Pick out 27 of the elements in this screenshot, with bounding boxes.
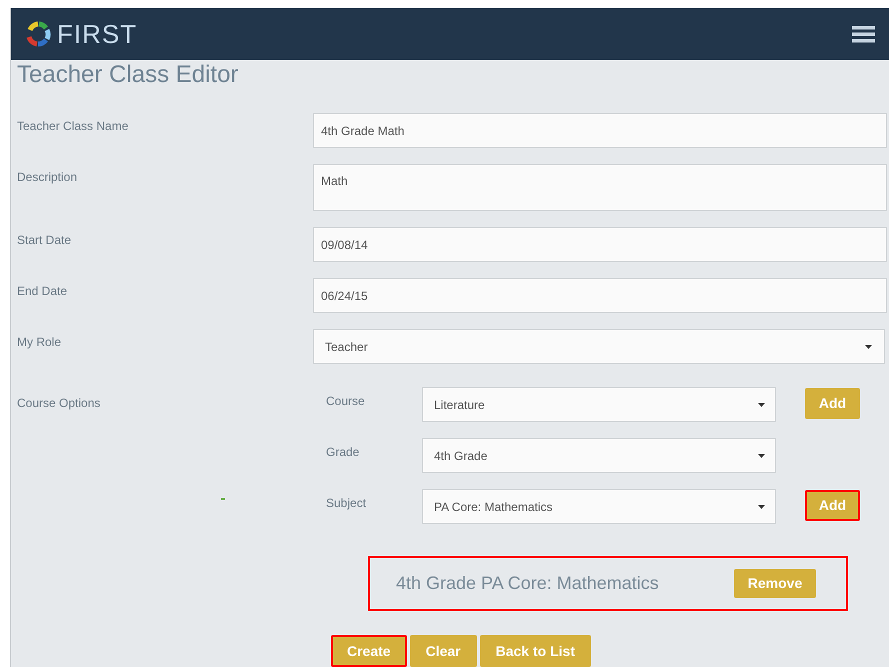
dash-mark xyxy=(221,498,225,500)
input-field[interactable]: 09/08/14 xyxy=(313,227,887,262)
option-label: Course xyxy=(325,393,366,410)
input-field[interactable]: 06/24/15 xyxy=(313,278,887,313)
page-title: Teacher Class Editor xyxy=(16,60,240,90)
field-label: End Date xyxy=(16,283,68,300)
option-select[interactable]: 4th Grade xyxy=(422,438,776,473)
course-name: 4th Grade PA Core: Mathematics xyxy=(396,572,659,595)
field-label: Teacher Class Name xyxy=(16,118,130,135)
field-label: My Role xyxy=(16,334,62,351)
caret-icon xyxy=(758,504,765,508)
input-field[interactable]: 4th Grade Math xyxy=(313,113,887,148)
field-label: Course Options xyxy=(17,395,102,412)
option-select[interactable]: Literature xyxy=(422,387,776,422)
caret-icon xyxy=(865,344,872,348)
field-label: Description xyxy=(16,169,78,186)
brand-name: FIRST xyxy=(57,21,138,47)
description-field[interactable]: Math xyxy=(313,164,887,211)
caret-icon xyxy=(758,454,765,458)
option-select[interactable]: PA Core: Mathematics xyxy=(422,489,776,524)
menu-icon[interactable] xyxy=(852,26,875,42)
option-label: Subject xyxy=(325,495,368,512)
role-select[interactable]: Teacher xyxy=(313,329,885,364)
option-label: Grade xyxy=(325,444,360,461)
caret-icon xyxy=(758,402,765,406)
field-label: Start Date xyxy=(16,232,72,249)
logo-icon xyxy=(25,21,51,47)
